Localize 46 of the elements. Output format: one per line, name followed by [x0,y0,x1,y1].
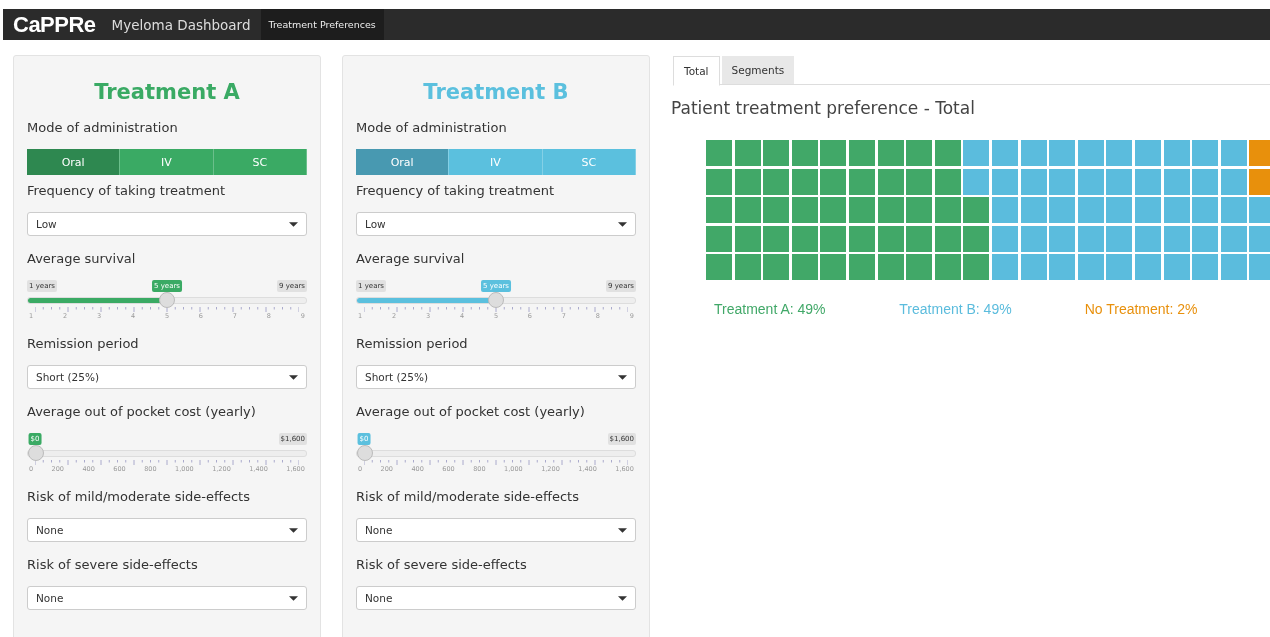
field-label: Risk of severe side-effects [27,557,199,574]
legend-label: Treatment A: 49% [714,300,827,317]
field-label: Average survival [356,251,466,268]
caret-icon [289,527,298,533]
tab[interactable]: Total [673,56,720,86]
slider-handle[interactable] [28,445,44,461]
caret-icon [289,374,298,380]
nav-tab[interactable]: Treatment Preferences [260,9,384,40]
caret-icon [618,374,627,380]
panel-title: Treatment A [93,80,241,106]
field-label: Risk of severe side-effects [356,557,528,574]
field-label: Remission period [356,336,469,353]
field-label: Risk of mild/moderate side-effects [27,489,251,506]
dropdown[interactable]: None [356,518,636,542]
chart-title: Patient treatment preference - Total [671,98,976,118]
field-label: Mode of administration [27,120,179,137]
caret-icon [618,221,627,227]
slider-handle[interactable] [159,292,175,308]
dropdown[interactable]: Low [356,212,636,236]
slider-handle[interactable] [488,292,504,308]
dropdown[interactable]: None [356,586,636,610]
logo: CaPPRe [13,11,96,38]
field-label: Frequency of taking treatment [27,183,226,200]
caret-icon [618,527,627,533]
field-label: Average survival [27,251,137,268]
legend-label: No Treatment: 2% [1084,300,1199,317]
dropdown[interactable]: None [27,586,307,610]
panel-title: Treatment B [422,80,570,106]
caret-icon [289,595,298,601]
dropdown[interactable]: None [27,518,307,542]
field-label: Average out of pocket cost (yearly) [27,404,257,421]
legend-label: Treatment B: 49% [899,300,1013,317]
slider-handle[interactable] [357,445,373,461]
option-button[interactable]: Oral [27,149,121,175]
tab[interactable]: Segments [721,56,795,84]
field-label: Remission period [27,336,140,353]
field-label: Mode of administration [356,120,508,137]
dropdown[interactable]: Low [27,212,307,236]
dropdown[interactable]: Short (25%) [27,365,307,389]
caret-icon [289,221,298,227]
field-label: Frequency of taking treatment [356,183,555,200]
dropdown[interactable]: Short (25%) [356,365,636,389]
caret-icon [618,595,627,601]
field-label: Average out of pocket cost (yearly) [356,404,586,421]
app-title: Myeloma Dashboard [111,16,251,33]
field-label: Risk of mild/moderate side-effects [356,489,580,506]
